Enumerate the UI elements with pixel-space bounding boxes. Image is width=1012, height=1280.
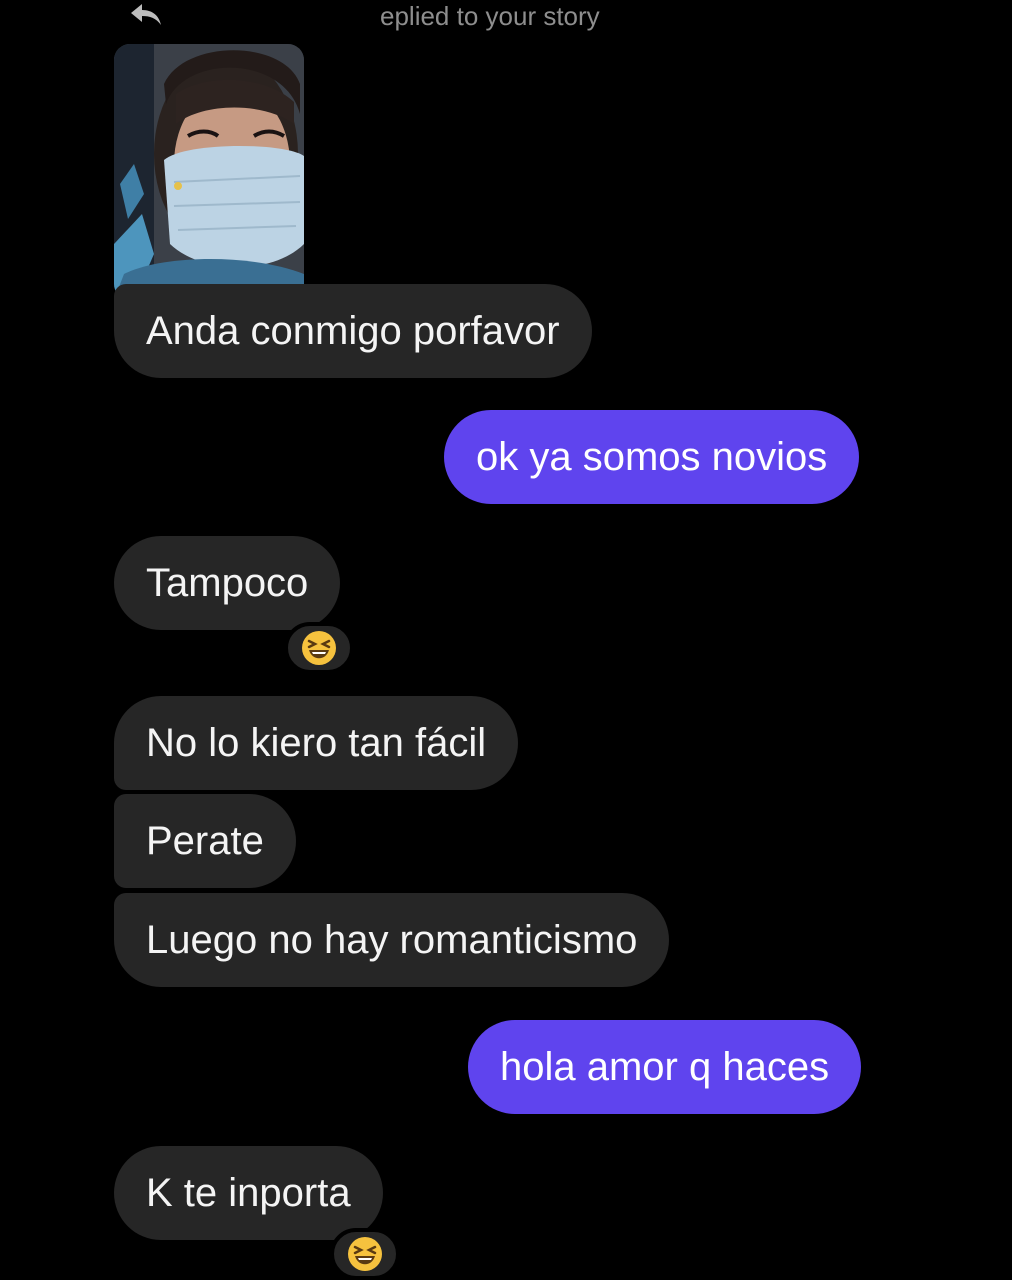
message-text: Tampoco xyxy=(146,561,309,605)
message-text: hola amor q haces xyxy=(500,1045,830,1089)
message-reaction[interactable] xyxy=(330,1228,400,1280)
message-text: ok ya somos novios xyxy=(476,435,828,479)
message-text: K te inporta xyxy=(146,1171,351,1215)
laughing-squinting-face-icon xyxy=(348,1237,382,1271)
message-bubble-incoming[interactable]: K te inporta xyxy=(114,1146,383,1240)
message-text: Perate xyxy=(146,819,264,863)
story-photo xyxy=(114,44,304,300)
message-bubble-incoming[interactable]: Tampoco xyxy=(114,536,341,630)
replied-to-story-label: eplied to your story xyxy=(380,1,600,31)
laughing-squinting-face-icon xyxy=(302,631,336,665)
message-reaction[interactable] xyxy=(284,622,354,674)
message-bubble-outgoing[interactable]: hola amor q haces xyxy=(468,1020,862,1114)
message-text: Luego no hay romanticismo xyxy=(146,918,638,962)
message-bubble-outgoing[interactable]: ok ya somos novios xyxy=(444,410,860,504)
message-bubble-incoming[interactable]: Luego no hay romanticismo xyxy=(114,893,670,987)
message-bubble-incoming[interactable]: Anda conmigo porfavor xyxy=(114,284,592,378)
message-bubble-incoming[interactable]: Perate xyxy=(114,794,296,888)
reply-arrow-icon xyxy=(128,0,164,30)
message-text: Anda conmigo porfavor xyxy=(146,309,560,353)
message-bubble-incoming[interactable]: No lo kiero tan fácil xyxy=(114,696,519,790)
message-text: No lo kiero tan fácil xyxy=(146,721,487,765)
story-thumbnail[interactable] xyxy=(114,44,304,300)
story-reply-header: eplied to your story xyxy=(128,0,728,34)
